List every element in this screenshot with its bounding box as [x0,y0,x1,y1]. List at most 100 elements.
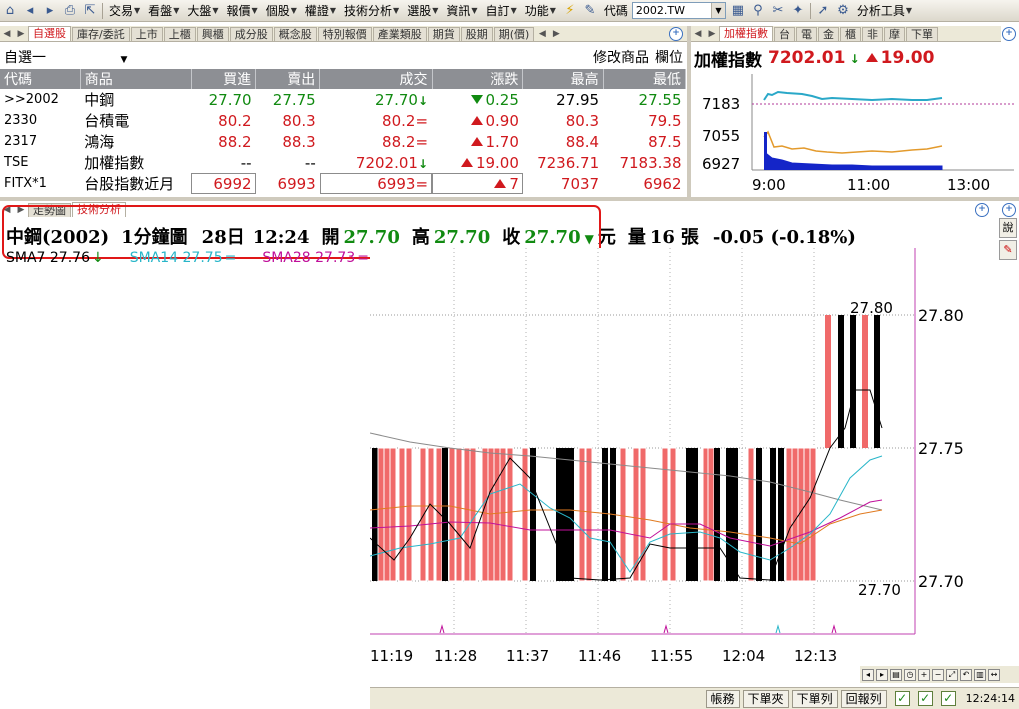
column-header[interactable]: 漲跌 [432,69,524,89]
popout-icon[interactable]: ⇱ [80,2,100,20]
column-header[interactable]: 買進 [191,69,257,89]
tab-watch-1[interactable]: 庫存/委託 [72,27,130,41]
menu-3[interactable]: 報價 ▼ [223,2,262,20]
tab-index-0[interactable]: 加權指數 [719,26,773,41]
tab-watch-8[interactable]: 產業類股 [372,27,427,41]
status-checkbox[interactable]: ✓ [940,691,956,706]
chevron-down-icon[interactable]: ▼ [710,3,725,18]
tab-next-icon[interactable]: ▶ [705,27,719,41]
fit-icon[interactable]: ⤢ [946,668,958,681]
note-icon[interactable]: ✎ [580,2,600,20]
tab-prev-icon[interactable]: ◀ [0,203,14,217]
account-button[interactable]: 帳務 [705,689,740,708]
columns-button[interactable]: 欄位 [652,47,686,67]
vertical-splitter[interactable] [687,26,691,198]
edit-products-button[interactable]: 修改商品 [590,47,652,67]
tab-index-7[interactable]: 下單 [906,27,938,41]
column-header[interactable]: 商品 [80,69,192,89]
column-header[interactable]: 成交 [319,69,433,89]
undo-icon[interactable]: ↶ [960,668,972,681]
zoom-in-icon[interactable]: + [669,27,683,41]
bar-chart-icon[interactable]: ▥ [974,668,986,681]
tab-watch-2[interactable]: 上市 [130,27,163,41]
side-tool-talk[interactable]: 說 [999,218,1017,238]
tab-watch-6[interactable]: 概念股 [273,27,317,41]
back-icon[interactable]: ◂ [20,2,40,20]
column-header[interactable]: 賣出 [255,69,321,89]
lightning-icon[interactable]: ⚡ [560,2,580,20]
forward-icon[interactable]: ▸ [40,2,60,20]
menu-1[interactable]: 看盤 ▼ [144,2,183,20]
tab-index-3[interactable]: 金 [818,27,839,41]
column-header[interactable]: 最低 [603,69,687,89]
tab-chart-0[interactable]: 走勢圖 [28,203,71,217]
tab-prev-icon[interactable]: ◀ [0,27,14,41]
zoom-in-icon[interactable]: + [1002,203,1016,217]
alert-icon[interactable]: ✦ [788,2,808,20]
zoom-out-icon[interactable]: − [932,668,944,681]
print-icon[interactable]: ⎙ [60,2,80,20]
index-name: 加權指數 [694,50,762,71]
menu-5[interactable]: 權證 ▼ [301,2,340,20]
order-bar-button[interactable]: 下單列 [791,689,838,708]
quote-icon[interactable]: ▦ [728,2,748,20]
menu-2[interactable]: 大盤 ▼ [183,2,222,20]
gear-icon[interactable]: ⚙ [833,2,853,20]
status-checkbox[interactable]: ✓ [894,691,910,706]
table-row[interactable]: 2330 台積電 80.2 80.3 80.2= 0.90 80.3 79.5 [0,110,686,131]
tab-watch-4[interactable]: 興櫃 [196,27,229,41]
chart-type-icon[interactable]: ▤ [890,668,902,681]
tools-icon[interactable]: ✂ [768,2,788,20]
analysis-tools-menu[interactable]: 分析工具 ▼ [853,2,916,20]
table-row[interactable]: 2317 鴻海 88.2 88.3 88.2= 1.70 88.4 87.5 [0,131,686,152]
tab-watch-11[interactable]: 期(價) [493,27,535,41]
chart-title: 中鋼(2002) [6,227,110,248]
tab-watch-7[interactable]: 特別報價 [317,27,372,41]
scroll-left-icon[interactable]: ◂ [862,668,874,681]
menu-10[interactable]: 功能 ▼ [521,2,560,20]
table-row[interactable]: FITX*1 台股指數近月 6992 6993 6993= 7 7037 6962 [0,173,686,194]
zoom-in-icon[interactable]: + [918,668,930,681]
menu-6[interactable]: 技術分析 ▼ [340,2,403,20]
menu-0[interactable]: 交易 ▼ [105,2,144,20]
scroll-right-icon[interactable]: ▸ [876,668,888,681]
tab-watch-3[interactable]: 上櫃 [163,27,196,41]
tab-watch-9[interactable]: 期貨 [427,27,460,41]
column-header[interactable]: 代碼 [0,69,81,89]
column-header[interactable]: 最高 [522,69,604,89]
report-bar-button[interactable]: 回報列 [840,689,887,708]
home-icon[interactable]: ⌂ [0,2,20,20]
tab-index-1[interactable]: 台 [774,27,795,41]
tab-prev-icon[interactable]: ◀ [691,27,705,41]
menu-9[interactable]: 自訂 ▼ [482,2,521,20]
zoom-in-icon[interactable]: + [975,203,989,217]
tab-next-icon[interactable]: ▶ [14,203,28,217]
price-bar [463,447,471,582]
table-row[interactable]: TSE 加權指數 -- -- 7202.01↓ 19.00 7236.71 7183.38 [0,152,686,173]
code-input[interactable]: 2002.TW ▼ [631,2,726,19]
menu-7[interactable]: 選股 ▼ [403,2,442,20]
menu-8[interactable]: 資訊 ▼ [442,2,481,20]
order-folder-button[interactable]: 下單夾 [742,689,789,708]
tab-watch-10[interactable]: 股期 [460,27,493,41]
tab-index-5[interactable]: 非 [862,27,883,41]
zoom-in-icon[interactable]: + [1002,27,1016,41]
tab-watch-5[interactable]: 成分股 [229,27,273,41]
status-checkbox[interactable]: ✓ [917,691,933,706]
pointer-icon[interactable]: ➚ [813,2,833,20]
table-row[interactable]: >>2002 中鋼 27.70 27.75 27.70↓ 0.25 27.95 27.55 [0,89,686,110]
tab-watch-0[interactable]: 自選股 [28,26,71,41]
tab-next-icon[interactable]: ▶ [549,27,563,41]
resize-icon[interactable]: ↔ [988,668,1000,681]
search-icon[interactable]: ⚲ [748,2,768,20]
tab-index-4[interactable]: 櫃 [840,27,861,41]
side-tool-edit-icon[interactable]: ✎ [999,240,1017,260]
tab-index-2[interactable]: 電 [796,27,817,41]
menu-4[interactable]: 個股 ▼ [262,2,301,20]
group-select[interactable]: 自選一 ▼ [0,47,150,67]
tab-prev-icon[interactable]: ◀ [535,27,549,41]
tab-index-6[interactable]: 摩 [884,27,905,41]
tab-next-icon[interactable]: ▶ [14,27,28,41]
clock-icon[interactable]: ◷ [904,668,916,681]
tab-chart-1[interactable]: 技術分析 [72,202,126,217]
